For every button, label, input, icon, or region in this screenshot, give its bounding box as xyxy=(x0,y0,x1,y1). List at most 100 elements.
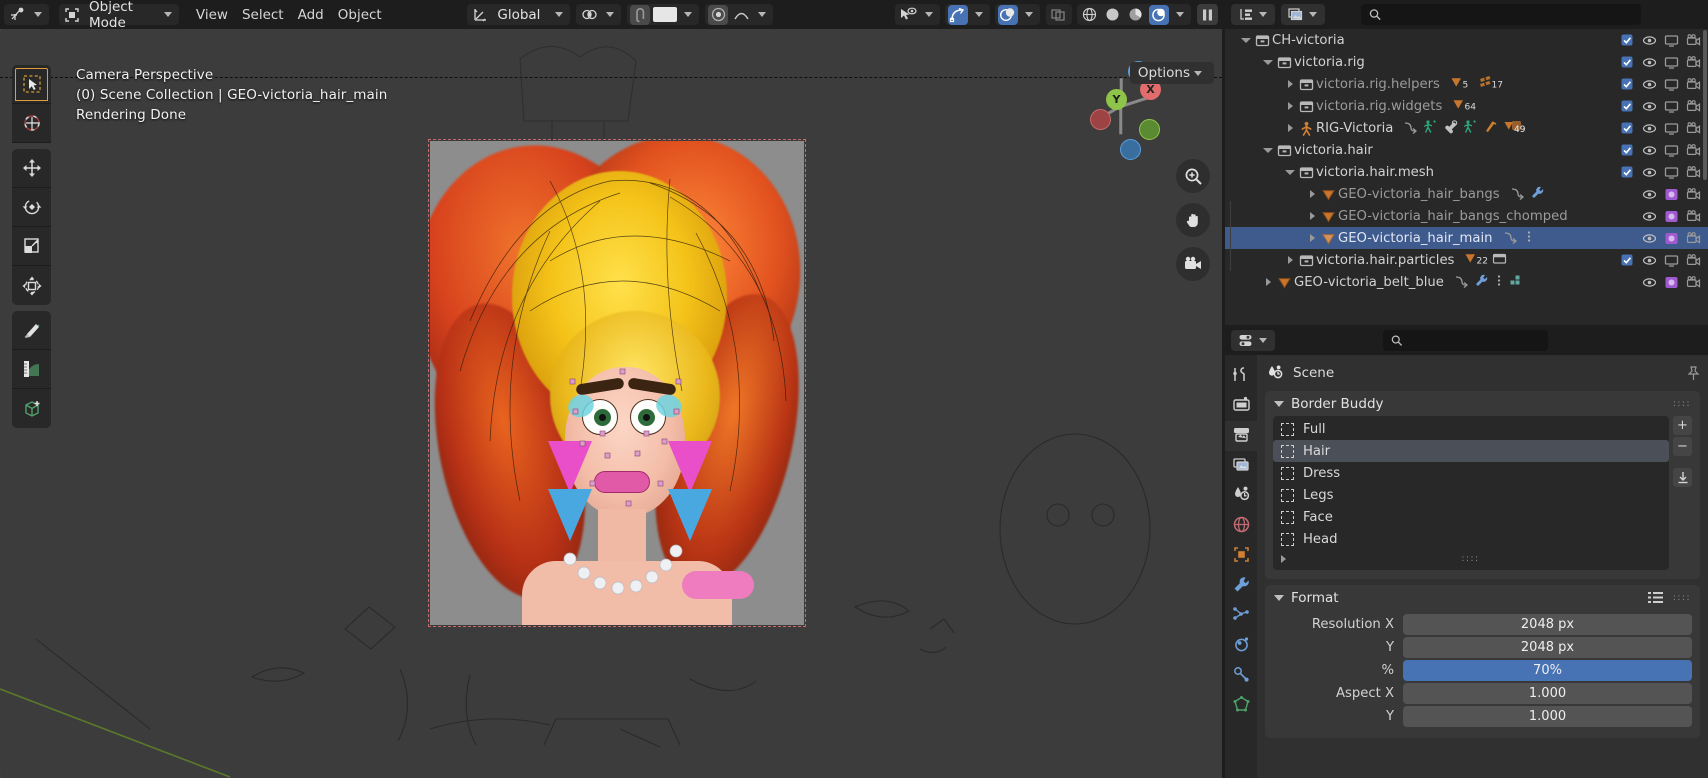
mesh-icon[interactable]: 64 xyxy=(1452,97,1477,116)
menu-add[interactable]: Add xyxy=(291,4,331,25)
properties-body[interactable]: Scene Border Buddy :::: Full Hair Dress Leg… xyxy=(1257,355,1708,778)
green-icon[interactable] xyxy=(1509,273,1524,292)
toggle-checkbox-on-icon[interactable] xyxy=(1616,117,1638,139)
tool-annotate[interactable] xyxy=(12,311,51,350)
physics-tab[interactable] xyxy=(1225,631,1257,661)
toggle-checkbox-on-icon[interactable] xyxy=(1616,51,1638,73)
toggle-camera-icon[interactable] xyxy=(1682,205,1704,227)
particles-tab[interactable] xyxy=(1225,601,1257,631)
chevron-right-icon[interactable] xyxy=(1305,227,1319,249)
anim-icon[interactable] xyxy=(1454,273,1470,292)
tool-move[interactable] xyxy=(12,149,51,188)
format-field[interactable]: Y 1.000 xyxy=(1273,706,1692,727)
tool-tweak-select[interactable] xyxy=(12,65,51,104)
toggle-camera-icon[interactable] xyxy=(1682,117,1704,139)
outliner-row-toggles[interactable] xyxy=(1616,95,1704,117)
outliner-row-toggles[interactable] xyxy=(1638,205,1704,227)
toggle-screen-icon[interactable] xyxy=(1660,51,1682,73)
outliner-editor-type-button[interactable] xyxy=(1231,4,1275,25)
outliner-row[interactable]: GEO-victoria_hair_main xyxy=(1225,227,1708,249)
object-tab[interactable] xyxy=(1225,541,1257,571)
outliner-search-input[interactable] xyxy=(1387,7,1633,22)
properties-search-box[interactable] xyxy=(1383,330,1548,351)
outliner-row[interactable]: victoria.rig.widgets 64 xyxy=(1225,95,1708,117)
toggle-camera-icon[interactable] xyxy=(1682,139,1704,161)
gizmo-group[interactable] xyxy=(944,4,990,25)
menu-select[interactable]: Select xyxy=(235,4,291,25)
outliner-row[interactable]: GEO-victoria_belt_blue xyxy=(1225,271,1708,293)
tool-cursor[interactable] xyxy=(12,104,51,143)
border-buddy-list[interactable]: Full Hair Dress Legs Face Head :::: xyxy=(1273,416,1669,570)
outliner-row[interactable]: RIG-Victoria 49 xyxy=(1225,117,1708,139)
tool-transform[interactable] xyxy=(12,266,51,305)
proportional-edit-icon[interactable] xyxy=(708,4,729,25)
toggle-eye-icon[interactable] xyxy=(1638,117,1660,139)
outliner-row-extras[interactable]: 22 xyxy=(1464,251,1507,270)
shading-modes[interactable] xyxy=(1076,4,1191,25)
border-buddy-item[interactable]: Dress xyxy=(1273,462,1669,484)
outliner-row[interactable]: victoria.hair xyxy=(1225,139,1708,161)
chevron-right-icon[interactable] xyxy=(1283,249,1297,271)
remove-border-button[interactable]: − xyxy=(1673,437,1692,456)
pan-hand-icon[interactable] xyxy=(1176,203,1210,237)
wrench-blue-icon[interactable] xyxy=(1530,185,1545,204)
viewport-nav-buttons[interactable] xyxy=(1176,159,1210,281)
snap-target-swatch[interactable] xyxy=(653,7,678,22)
tool-tab[interactable] xyxy=(1225,361,1257,391)
toggle-checkbox-on-icon[interactable] xyxy=(1616,139,1638,161)
toggle-eye-icon[interactable] xyxy=(1638,271,1660,293)
menu-view[interactable]: View xyxy=(189,4,235,25)
viewport-options-button[interactable]: Options xyxy=(1129,62,1214,84)
format-field[interactable]: Aspect X 1.000 xyxy=(1273,683,1692,704)
outliner-row-toggles[interactable] xyxy=(1616,139,1704,161)
toggle-camera-icon[interactable] xyxy=(1682,271,1704,293)
constraints-tab[interactable] xyxy=(1225,661,1257,691)
viewlayer-tab[interactable] xyxy=(1225,451,1257,481)
chevron-right-icon[interactable] xyxy=(1283,117,1297,139)
outliner-row-toggles[interactable] xyxy=(1616,29,1704,51)
toggle-material-icon[interactable] xyxy=(1660,271,1682,293)
toggle-checkbox-on-icon[interactable] xyxy=(1616,249,1638,271)
outliner-row-extras[interactable]: 5 17 xyxy=(1450,75,1504,94)
chevron-right-icon[interactable] xyxy=(1305,205,1319,227)
chevron-right-icon[interactable] xyxy=(1261,271,1275,293)
toggle-camera-icon[interactable] xyxy=(1682,95,1704,117)
overlays-toggle-icon[interactable] xyxy=(997,4,1018,25)
toggle-eye-icon[interactable] xyxy=(1638,227,1660,249)
world-tab[interactable] xyxy=(1225,511,1257,541)
toggle-eye-icon[interactable] xyxy=(1638,73,1660,95)
add-border-button[interactable]: + xyxy=(1673,416,1692,435)
anim-icon[interactable] xyxy=(1510,185,1526,204)
outliner-scrollbar[interactable] xyxy=(1703,30,1707,180)
mode-selector[interactable]: Object Mode xyxy=(59,0,179,31)
material-preview-icon[interactable] xyxy=(1126,5,1146,25)
tool-measure[interactable] xyxy=(12,350,51,389)
bone-icon[interactable] xyxy=(1443,119,1459,138)
outliner-row-toggles[interactable] xyxy=(1638,183,1704,205)
toggle-screen-icon[interactable] xyxy=(1660,249,1682,271)
mesh-icon[interactable]: 22 xyxy=(1464,251,1488,270)
overlays-group[interactable] xyxy=(994,4,1040,25)
properties-search-input[interactable] xyxy=(1408,333,1540,348)
xray-icon[interactable] xyxy=(1049,5,1069,25)
pivot-point-selector[interactable] xyxy=(576,4,622,25)
outliner-search-box[interactable] xyxy=(1361,4,1641,25)
toggle-screen-icon[interactable] xyxy=(1660,161,1682,183)
viewport-toolbar[interactable] xyxy=(12,65,51,428)
constraint-icon[interactable]: 49 xyxy=(1503,119,1529,138)
download-icon[interactable] xyxy=(1673,468,1692,487)
pose-green2-icon[interactable] xyxy=(1463,119,1479,138)
outliner-row-extras[interactable] xyxy=(1503,229,1535,248)
toggle-screen-icon[interactable] xyxy=(1660,139,1682,161)
viewport-3d[interactable]: Camera Perspective (0) Scene Collection … xyxy=(0,29,1222,778)
toggle-screen-icon[interactable] xyxy=(1660,117,1682,139)
outliner-row[interactable]: victoria.hair.particles 22 xyxy=(1225,249,1708,271)
gizmo-axis-y[interactable]: Y xyxy=(1106,89,1127,110)
toggle-material-icon[interactable] xyxy=(1660,205,1682,227)
toggle-material-icon[interactable] xyxy=(1660,227,1682,249)
list-grip-icon[interactable]: :::: xyxy=(1461,554,1479,564)
editor-type-selector[interactable] xyxy=(4,4,49,25)
outliner-tree[interactable]: CH-victoria victoria.rig victoria.rig.help… xyxy=(1225,29,1708,293)
pose-green-icon[interactable] xyxy=(1423,119,1439,138)
outliner-display-filter-button[interactable] xyxy=(1281,4,1325,25)
